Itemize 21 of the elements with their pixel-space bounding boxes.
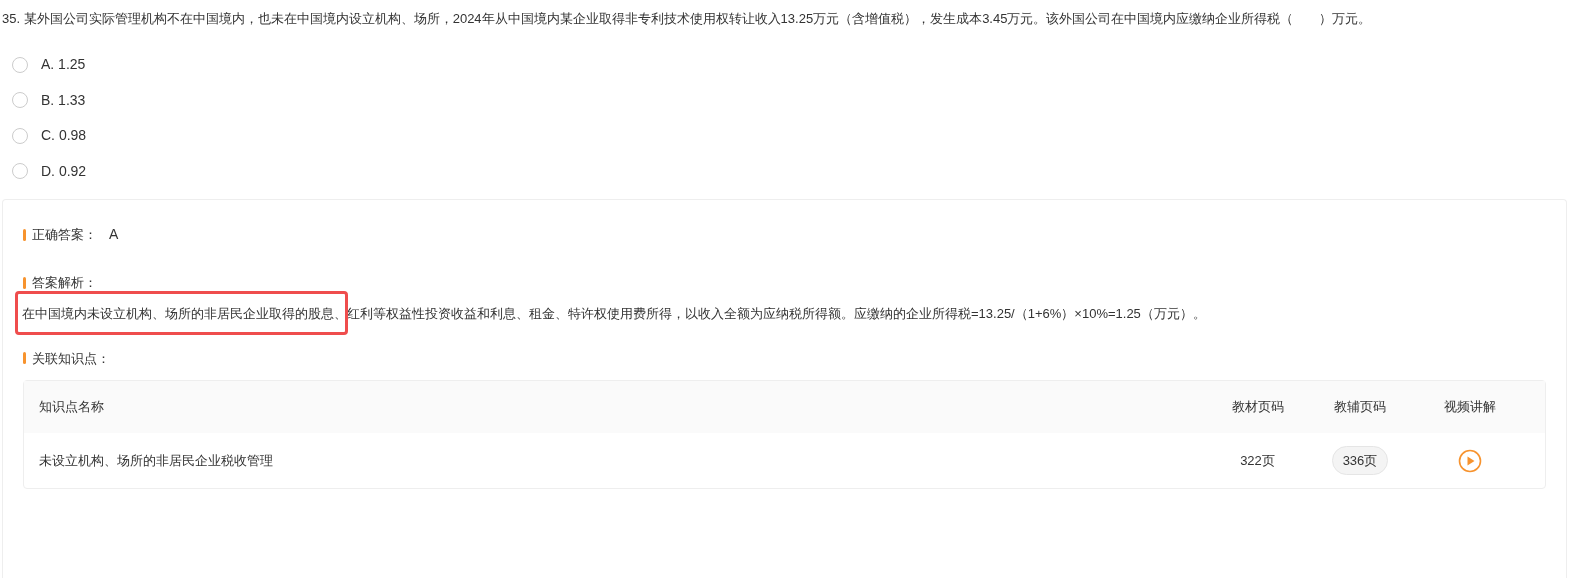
- answer-option[interactable]: C. 0.98: [12, 118, 87, 154]
- answer-label: 正确答案：: [32, 225, 97, 244]
- answer-option[interactable]: A. 1.25: [12, 47, 86, 83]
- question-text: 35. 某外国公司实际管理机构不在中国境内，也未在中国境内设立机构、场所，2024年从中国境内某企业取得非专利技术使用权转让收入13.25万元（含增值税），发生成本3.45万元。该外国公司在中国境内应缴纳企业所得税（ ）万元。: [2, 10, 1373, 28]
- column-header: 教辅页码: [1334, 398, 1386, 417]
- section-marker: [23, 352, 26, 365]
- play-icon[interactable]: [1458, 448, 1482, 473]
- answer-value: A: [109, 225, 119, 244]
- section-marker: [23, 276, 26, 289]
- column-header: 视频讲解: [1444, 398, 1496, 417]
- section-marker: [23, 228, 26, 241]
- column-header: 教材页码: [1231, 398, 1284, 417]
- analysis-label: 答案解析：: [32, 274, 97, 292]
- knowledge-label: 关联知识点：: [32, 349, 110, 368]
- column-header: 知识点名称: [39, 398, 105, 417]
- table-cell-text: 322页: [1240, 451, 1275, 470]
- answer-option[interactable]: B. 1.33: [12, 82, 86, 118]
- table-cell-text: 未设立机构、场所的非居民企业税收管理: [39, 451, 274, 470]
- page-chip[interactable]: 336页: [1331, 445, 1389, 476]
- analysis-text: 在中国境内未设立机构、场所的非居民企业取得的股息、红利等权益性投资收益和利息、租金、特许权使用费所得，以收入全额为应纳税所得额。应缴纳的企业所得税=13.25/（1+6%）×10%=1.25（万元）。: [22, 304, 1207, 323]
- answer-option[interactable]: D. 0.92: [12, 153, 87, 189]
